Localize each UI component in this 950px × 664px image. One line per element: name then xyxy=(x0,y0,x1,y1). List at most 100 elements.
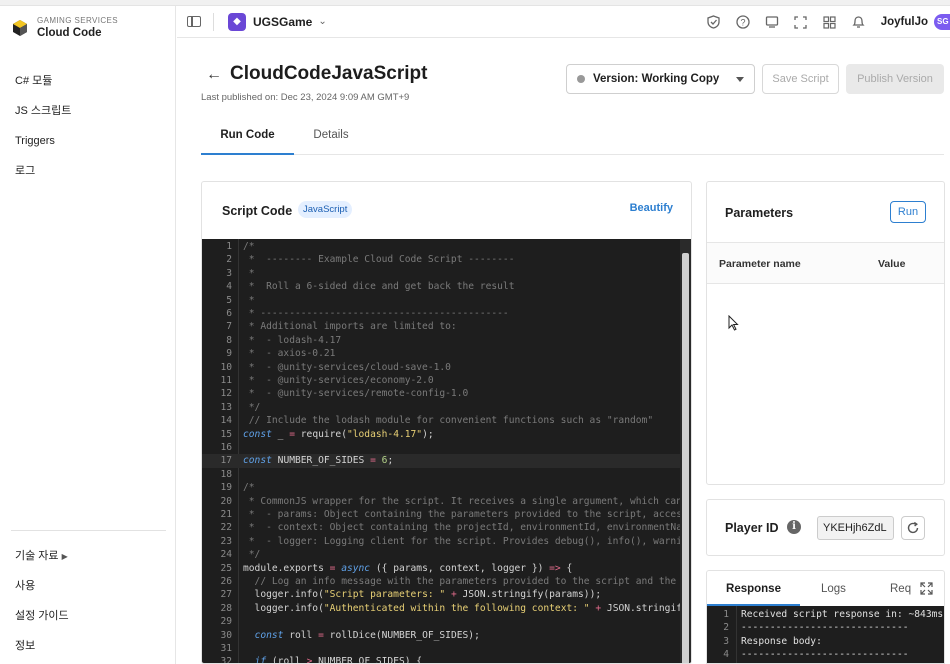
code-line[interactable]: 14 // Include the lodash module for conv… xyxy=(202,414,680,427)
code-line[interactable]: 4 * Roll a 6-sided dice and get back the… xyxy=(202,280,680,293)
sidebar-item-about[interactable]: 정보 xyxy=(15,631,69,661)
feedback-icon[interactable] xyxy=(765,15,779,29)
version-label: Version: Working Copy xyxy=(593,73,720,85)
sidebar-toggle-icon[interactable] xyxy=(187,16,201,27)
line-number: 24 xyxy=(220,549,232,561)
code-line[interactable]: 9 * - axios-0.21 xyxy=(202,347,680,360)
chevron-right-icon: ▶ xyxy=(61,552,68,561)
code-line[interactable]: 10 * - @unity-services/cloud-save-1.0 xyxy=(202,361,680,374)
code-line[interactable]: 19 /* xyxy=(202,481,680,494)
refresh-icon[interactable] xyxy=(901,516,925,540)
sidebar-item-triggers[interactable]: Triggers xyxy=(15,126,71,156)
editor-scrollbar[interactable] xyxy=(680,239,691,663)
code-line[interactable]: 1 /* xyxy=(202,240,680,253)
brand-title: Cloud Code xyxy=(37,27,102,39)
bell-icon[interactable] xyxy=(852,15,866,29)
code-line[interactable]: 31 xyxy=(202,642,680,655)
code-line[interactable]: 17 const NUMBER_OF_SIDES = 6; xyxy=(202,454,680,468)
editor-scrollbar-thumb[interactable] xyxy=(682,253,689,663)
chevron-down-icon[interactable]: ⌄ xyxy=(318,16,326,27)
code-line[interactable]: 29 xyxy=(202,615,680,628)
code-line[interactable]: 2 * -------- Example Cloud Code Script -… xyxy=(202,253,680,266)
run-button[interactable]: Run xyxy=(890,201,926,223)
sidebar-item-docs[interactable]: 기술 자료 ▶ xyxy=(15,541,69,571)
line-content: * xyxy=(243,294,255,306)
response-line: 3 Response body: xyxy=(707,635,944,648)
tab-response[interactable]: Response xyxy=(707,571,800,606)
code-line[interactable]: 26 // Log an info message with the param… xyxy=(202,575,680,588)
code-line[interactable]: 13 */ xyxy=(202,401,680,414)
brand-text: GAMING SERVICES Cloud Code xyxy=(37,16,118,39)
line-number: 8 xyxy=(226,334,232,346)
code-line[interactable]: 16 xyxy=(202,441,680,454)
sidebar-item-js-scripts[interactable]: JS 스크립트 xyxy=(15,96,71,126)
line-content: logger.info("Script parameters: " + JSON… xyxy=(243,589,602,601)
response-line-text: ----------------------------- xyxy=(741,649,909,661)
beautify-button[interactable]: Beautify xyxy=(630,202,673,214)
tab-details[interactable]: Details xyxy=(294,120,368,155)
line-content: */ xyxy=(243,401,261,413)
line-content: const _ = require("lodash-4.17"); xyxy=(243,428,434,440)
save-script-button[interactable]: Save Script xyxy=(762,64,839,94)
project-icon: ◆ xyxy=(228,12,246,31)
response-output[interactable]: 1 Received script response in: ~843ms 2 ---… xyxy=(707,606,944,663)
tab-logs[interactable]: Logs xyxy=(821,571,846,606)
code-line[interactable]: 23 * - logger: Logging client for the sc… xyxy=(202,535,680,548)
code-line[interactable]: 11 * - @unity-services/economy-2.0 xyxy=(202,374,680,387)
line-number: 4 xyxy=(723,649,729,661)
script-code-header: Script Code JavaScript Beautify xyxy=(202,182,691,239)
tab-request[interactable]: Req xyxy=(890,571,911,606)
avatar[interactable]: SG xyxy=(934,14,950,30)
svg-text:?: ? xyxy=(740,18,745,28)
apps-icon[interactable] xyxy=(823,15,837,29)
sidebar-item-usage[interactable]: 사용 xyxy=(15,571,69,601)
code-line[interactable]: 21 * - params: Object containing the par… xyxy=(202,508,680,521)
line-number: 10 xyxy=(220,361,232,373)
fullscreen-icon[interactable] xyxy=(920,582,933,595)
code-line[interactable]: 25 module.exports = async ({ params, cont… xyxy=(202,562,680,575)
tab-run-code[interactable]: Run Code xyxy=(201,120,294,155)
code-line[interactable]: 30 const roll = rollDice(NUMBER_OF_SIDES… xyxy=(202,629,680,642)
sidebar-item-setup-guide[interactable]: 설정 가이드 xyxy=(15,601,69,631)
code-line[interactable]: 7 * Additional imports are limited to: xyxy=(202,320,680,333)
parameters-table-header: Parameter name Value xyxy=(707,242,944,284)
code-line[interactable]: 12 * - @unity-services/remote-config-1.0 xyxy=(202,387,680,400)
line-number: 11 xyxy=(220,375,232,386)
line-number: 15 xyxy=(220,428,232,440)
line-number: 22 xyxy=(220,522,232,534)
version-dropdown[interactable]: Version: Working Copy xyxy=(566,64,755,94)
top-bar: ◆ UGSGame ⌄ ? JoyfulJo SG xyxy=(177,6,950,38)
brand[interactable]: GAMING SERVICES Cloud Code xyxy=(11,16,118,39)
code-line[interactable]: 6 * ------------------------------------… xyxy=(202,307,680,320)
language-badge: JavaScript xyxy=(298,201,353,218)
project-selector[interactable]: UGSGame xyxy=(253,15,312,29)
shield-icon[interactable] xyxy=(707,15,721,29)
user-name[interactable]: JoyfulJo xyxy=(881,16,928,28)
code-line[interactable]: 18 xyxy=(202,468,680,481)
line-content: * - context: Object containing the proje… xyxy=(248,522,680,534)
sidebar-item-logs[interactable]: 로그 xyxy=(15,156,71,186)
code-line[interactable]: 24 */ xyxy=(202,548,680,561)
code-line[interactable]: 20 * CommonJS wrapper for the script. It… xyxy=(202,495,680,508)
line-content: module.exports = async ({ params, contex… xyxy=(243,562,573,574)
line-content: */ xyxy=(243,549,261,561)
code-line[interactable]: 22 * - context: Object containing the pr… xyxy=(202,521,680,534)
sidebar-item-csharp-modules[interactable]: C# 모듈 xyxy=(15,66,71,96)
response-panel: Response Logs Req 1 Received script respo… xyxy=(706,570,945,664)
back-arrow-icon[interactable]: ← xyxy=(206,66,222,84)
publish-version-button[interactable]: Publish Version xyxy=(846,64,944,94)
code-line[interactable]: 15 const _ = require("lodash-4.17"); xyxy=(202,428,680,441)
help-icon[interactable]: ? xyxy=(736,15,750,29)
code-line[interactable]: 8 * - lodash-4.17 xyxy=(202,334,680,347)
code-line[interactable]: 5 * xyxy=(202,294,680,307)
code-line[interactable]: 3 * xyxy=(202,267,680,280)
code-editor[interactable]: 1/* 2 * -------- Example Cloud Code Scrip… xyxy=(202,239,691,663)
expand-icon[interactable] xyxy=(794,15,808,29)
code-line[interactable]: 27 logger.info("Script parameters: " + J… xyxy=(202,588,680,601)
player-id-field[interactable]: YKEHjh6ZdL xyxy=(817,516,894,540)
code-line[interactable]: 28 logger.info("Authenticated within the… xyxy=(202,602,680,615)
response-line: 4 ----------------------------- xyxy=(707,648,944,661)
line-content: * CommonJS wrapper for the script. It re… xyxy=(248,495,680,507)
code-line[interactable]: 32 if (roll > NUMBER_OF_SIDES) { xyxy=(202,655,680,663)
info-icon[interactable]: i xyxy=(787,520,801,534)
